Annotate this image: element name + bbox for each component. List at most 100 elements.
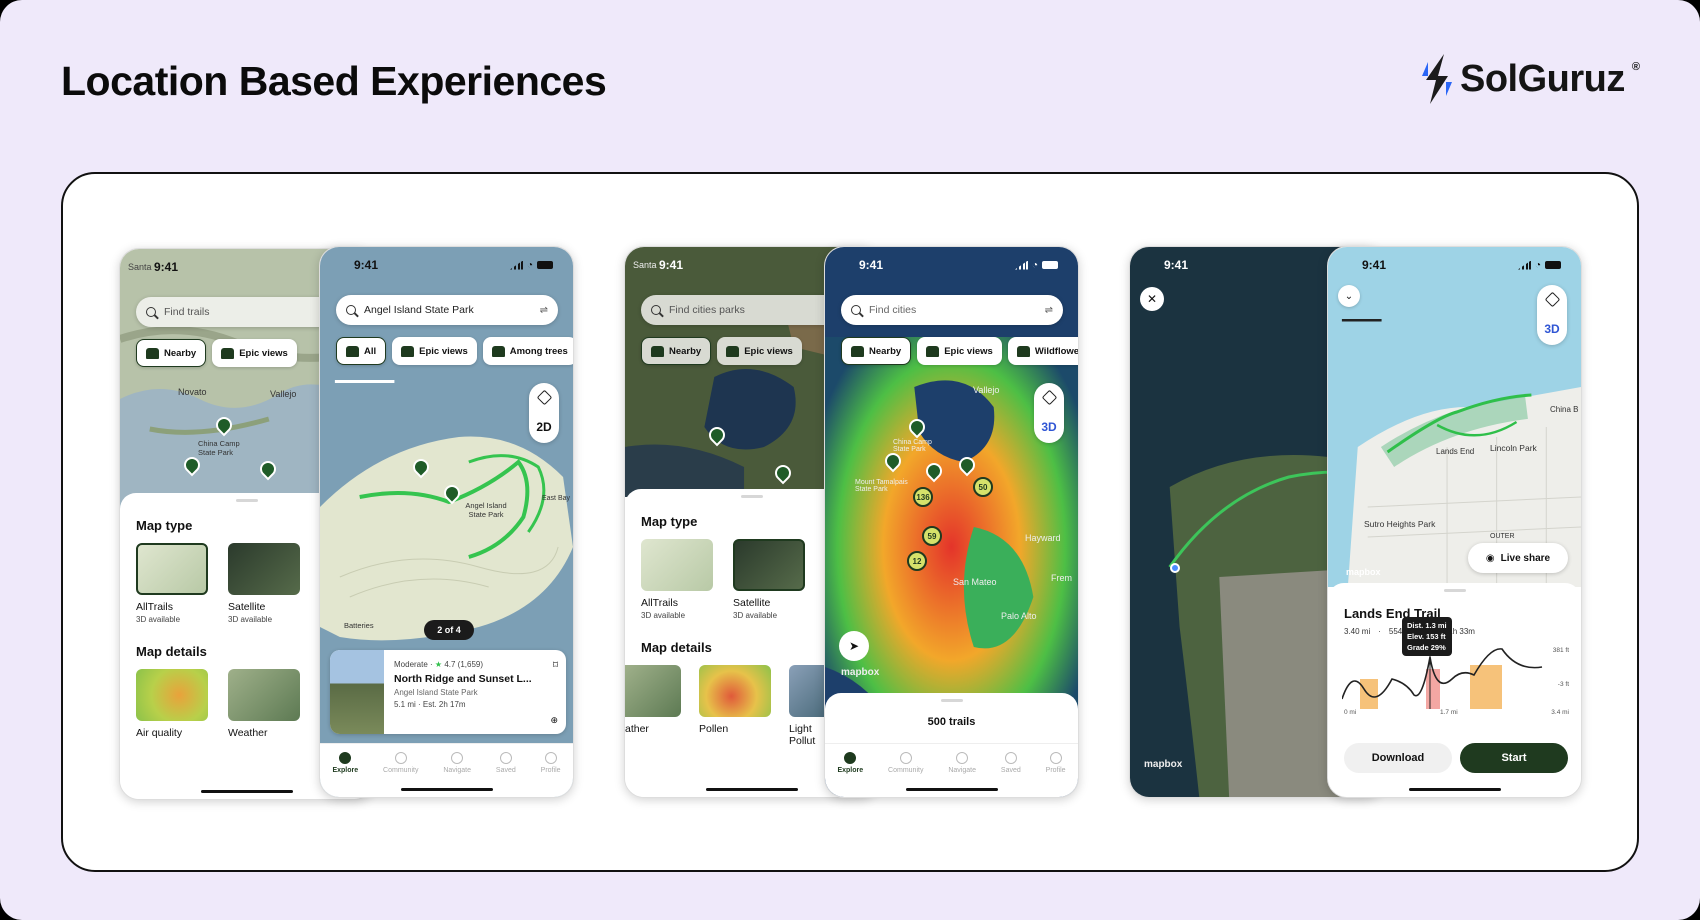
mode-3d-button[interactable]: 3D xyxy=(1544,322,1559,336)
community-icon xyxy=(394,752,407,764)
place-lincoln-park: Lincoln Park xyxy=(1490,443,1537,453)
trail-count-badge[interactable]: 50 xyxy=(973,477,993,497)
sheet-grabber[interactable] xyxy=(740,495,763,498)
tab-profile[interactable]: Profile xyxy=(1046,752,1066,797)
place-palo-alto: Palo Alto xyxy=(1001,611,1037,621)
solguruz-logo-icon xyxy=(1422,54,1452,104)
live-share-button[interactable]: ◉ Live share xyxy=(1468,543,1568,573)
status-time: 9:41 xyxy=(1362,258,1387,272)
trail-reviews: (1,659) xyxy=(457,660,484,669)
community-icon xyxy=(899,752,912,764)
chip-epic-views[interactable]: Epic views xyxy=(392,337,477,365)
place-frem: Frem xyxy=(1051,573,1072,583)
mapbox-attribution: mapbox xyxy=(1346,567,1381,577)
chip-wildflowers[interactable]: Wildflowers xyxy=(1007,337,1078,365)
satellite-thumbnail xyxy=(733,539,805,591)
home-indicator xyxy=(705,788,798,791)
tab-saved[interactable]: Saved xyxy=(496,752,516,797)
trail-count-badge[interactable]: 59 xyxy=(922,526,942,546)
map-detail-weather[interactable]: ather xyxy=(625,665,681,747)
tab-label: Saved xyxy=(495,767,516,774)
chip-nearby[interactable]: Nearby xyxy=(136,339,207,367)
chip-epic-views[interactable]: Epic views xyxy=(917,337,1002,365)
chip-all[interactable]: All xyxy=(336,337,387,365)
layers-icon[interactable] xyxy=(1544,291,1560,308)
bookmark-icon[interactable]: ⌑ xyxy=(553,660,558,671)
chip-among-trees[interactable]: Among trees xyxy=(482,337,573,365)
mountain-icon xyxy=(726,345,740,357)
map-detail-air-quality[interactable]: Air quality xyxy=(136,669,208,739)
map-controls: 3D xyxy=(1034,383,1064,443)
sheet-grabber[interactable] xyxy=(940,699,963,702)
map-detail-weather[interactable]: Weather xyxy=(228,669,300,739)
sheet-grabber[interactable] xyxy=(1443,589,1466,592)
map-type-alltrails[interactable]: AllTrails 3D available xyxy=(136,543,208,624)
collapse-button[interactable]: ⌄ xyxy=(1338,285,1360,307)
tooltip-distance: Dist. 1.3 mi xyxy=(1407,621,1447,630)
locate-me-button[interactable]: ➤ xyxy=(839,631,869,661)
home-indicator xyxy=(200,790,293,793)
tab-saved[interactable]: Saved xyxy=(1001,752,1021,797)
battery-icon xyxy=(537,261,553,269)
nearby-icon xyxy=(651,345,664,357)
chip-epic-views[interactable]: Epic views xyxy=(212,339,297,367)
navigate-icon xyxy=(956,752,969,764)
nearby-icon xyxy=(146,347,159,359)
status-time: 9:41 xyxy=(859,258,884,272)
chip-label: Epic views xyxy=(419,345,468,357)
place-angel-island: Angel Island State Park xyxy=(465,501,507,519)
tab-label: Explore xyxy=(837,767,864,774)
layers-icon[interactable] xyxy=(536,389,552,406)
map-controls: 3D xyxy=(1537,285,1567,345)
signal-icon xyxy=(1517,260,1531,270)
profile-icon xyxy=(1049,752,1062,764)
search-value: Angel Island State Park xyxy=(364,304,474,316)
mode-3d-button[interactable]: 3D xyxy=(1041,420,1056,434)
tooltip-grade: Grade 29% xyxy=(1407,643,1446,652)
map-detail-pollen[interactable]: Pollen xyxy=(699,665,771,747)
elevation-tooltip: Dist. 1.3 mi Elev. 153 ft Grade 29% xyxy=(1402,617,1452,656)
elev-axis-min: -3 ft xyxy=(1557,681,1569,688)
place-sutro-heights: Sutro Heights Park xyxy=(1364,519,1436,529)
search-input[interactable]: Find cities ⇌ xyxy=(841,295,1063,325)
sheet-grabber[interactable] xyxy=(235,499,258,502)
chip-nearby[interactable]: Nearby xyxy=(641,337,712,365)
trail-count-badge[interactable]: 12 xyxy=(907,551,927,571)
elev-axis-max: 381 ft xyxy=(1552,647,1569,654)
trail-difficulty: Moderate xyxy=(394,660,428,669)
map-type-satellite[interactable]: Satellite 3D available xyxy=(733,539,805,620)
chip-epic-views[interactable]: Epic views xyxy=(717,337,802,365)
search-input[interactable]: Angel Island State Park ⇌ xyxy=(336,295,558,325)
layers-icon[interactable] xyxy=(1041,389,1057,406)
download-icon[interactable]: ⊕ xyxy=(550,715,558,726)
map-detail-light-pollution[interactable]: Light Pollut xyxy=(789,665,829,747)
trail-count-badge[interactable]: 136 xyxy=(913,487,933,507)
results-sheet[interactable]: 500 trails xyxy=(825,693,1078,745)
chip-label: Nearby xyxy=(869,345,902,357)
map-type-sub: 3D available xyxy=(136,615,181,624)
mode-2d-button[interactable]: 2D xyxy=(536,420,551,434)
chip-label: All xyxy=(364,345,377,357)
chip-label: Among trees xyxy=(509,345,568,357)
filter-icon[interactable]: ⇌ xyxy=(1045,305,1053,316)
chip-nearby[interactable]: Nearby xyxy=(841,337,912,365)
trail-card[interactable]: Moderate · ★ 4.7 (1,659) North Ridge and… xyxy=(330,650,566,734)
tab-explore[interactable]: Explore xyxy=(332,752,358,797)
filter-icon[interactable]: ⇌ xyxy=(540,305,548,316)
start-button[interactable]: Start xyxy=(1460,743,1568,773)
pollen-thumbnail xyxy=(699,665,771,717)
map-type-satellite[interactable]: Satellite 3D available xyxy=(228,543,300,624)
download-button[interactable]: Download xyxy=(1344,743,1452,773)
tab-explore[interactable]: Explore xyxy=(837,752,863,797)
map-type-alltrails[interactable]: AllTrails 3D available xyxy=(641,539,713,620)
current-location-dot xyxy=(1170,563,1180,573)
chip-label: Epic views xyxy=(744,345,793,357)
profile-icon xyxy=(544,752,557,764)
brand-logo: SolGuruz ® xyxy=(1420,52,1640,106)
chip-label: Nearby xyxy=(669,345,702,357)
tab-profile[interactable]: Profile xyxy=(541,752,561,797)
signal-icon xyxy=(1014,260,1028,270)
close-button[interactable]: ✕ xyxy=(1140,287,1164,311)
tab-label: Saved xyxy=(1000,767,1021,774)
status-time: 9:41 xyxy=(659,258,684,272)
